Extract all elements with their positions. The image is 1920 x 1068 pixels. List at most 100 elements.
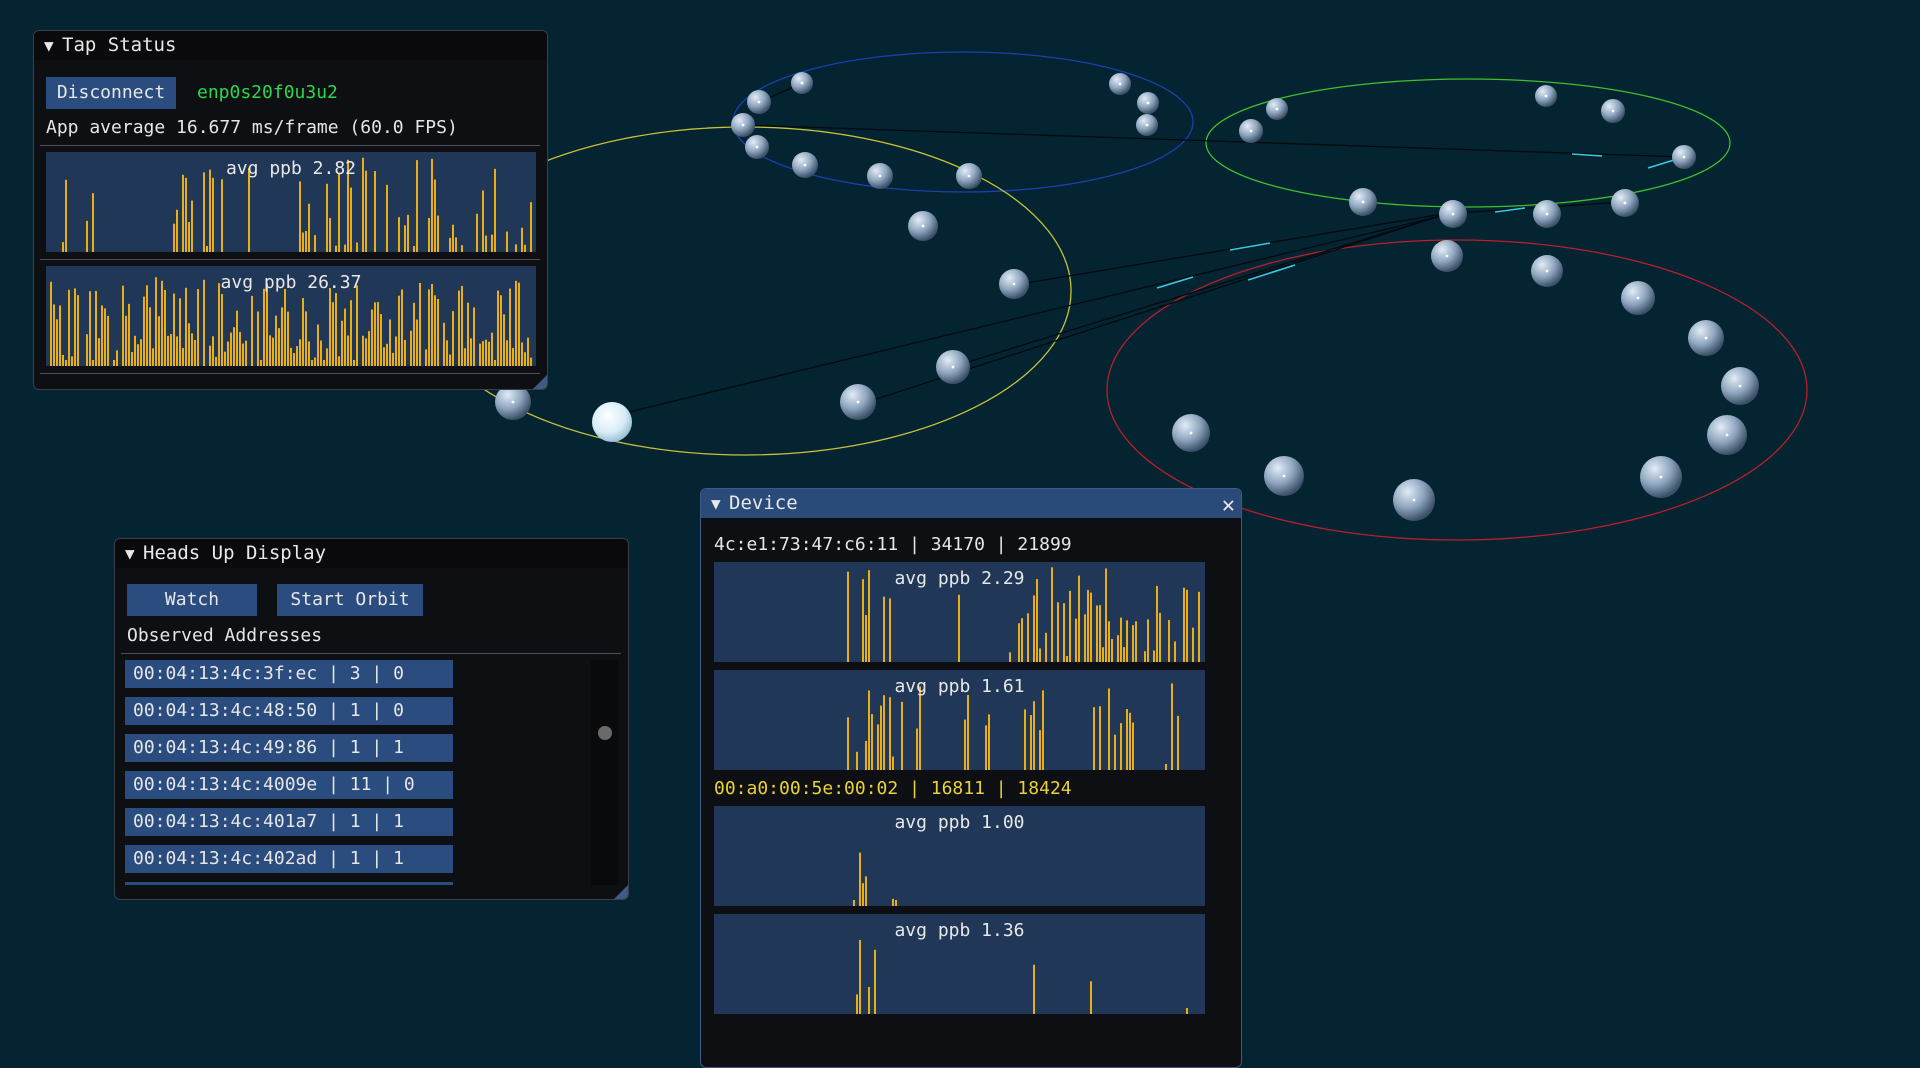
histogram-bar xyxy=(889,598,891,662)
address-row[interactable]: 00:04:13:4c:48:50 | 1 | 0 xyxy=(125,697,453,725)
histogram-bar xyxy=(212,336,214,366)
address-row[interactable]: 00:04:13:4c:49:86 | 1 | 1 xyxy=(125,734,453,762)
device-titlebar[interactable]: ▼ Device ✕ xyxy=(701,489,1241,518)
histogram-bar xyxy=(227,341,229,366)
node-center-dot xyxy=(1445,254,1449,258)
node-center-dot xyxy=(1361,200,1365,204)
histogram-bar xyxy=(173,293,175,366)
node-center-dot xyxy=(1249,129,1253,133)
address-row[interactable]: 00:04:13:4c:401a7 | 1 | 1 xyxy=(125,808,453,836)
histogram-bar xyxy=(221,179,223,252)
watch-button[interactable]: Watch xyxy=(127,584,257,616)
histogram-bar xyxy=(464,348,466,366)
address-row[interactable]: 00:04:13:4c:4009e | 11 | 0 xyxy=(125,771,453,799)
histogram-bar xyxy=(449,354,451,366)
node-center-dot xyxy=(1545,269,1549,273)
histogram-bar xyxy=(104,308,106,366)
histogram-bar xyxy=(530,202,532,252)
start-orbit-button[interactable]: Start Orbit xyxy=(277,584,423,616)
histogram-bar xyxy=(236,310,238,366)
histogram-bar xyxy=(299,339,301,366)
histogram-bar xyxy=(964,719,966,770)
histogram-bar xyxy=(371,309,373,366)
histogram-bar xyxy=(350,187,352,252)
histogram-bar xyxy=(1027,613,1029,662)
histogram-bar xyxy=(524,244,526,252)
scrollbar-thumb[interactable] xyxy=(598,726,612,740)
plot-label: avg ppb 1.36 xyxy=(894,920,1025,941)
histogram-bar xyxy=(218,283,220,366)
histogram-bar xyxy=(182,347,184,366)
close-icon[interactable]: ✕ xyxy=(1222,491,1235,520)
histogram-bar xyxy=(1153,650,1155,662)
histogram-bar xyxy=(1192,627,1194,662)
address-row[interactable]: 00:04:13:4c:402ad | 1 | 1 xyxy=(125,845,453,873)
histogram-bar xyxy=(1030,715,1032,770)
histogram-bar xyxy=(416,319,418,366)
histogram-bar xyxy=(1174,641,1176,662)
interface-name: enp0s20f0u3u2 xyxy=(197,82,338,103)
histogram-bar xyxy=(877,724,879,770)
histogram-bar xyxy=(530,357,532,366)
histogram-bar xyxy=(272,337,274,366)
histogram-bar xyxy=(410,330,412,366)
node-center-dot xyxy=(1412,498,1416,502)
histogram-bar xyxy=(191,200,193,252)
address-list[interactable]: 00:04:13:4c:3f:ec | 3 | 0 00:04:13:4c:48:… xyxy=(115,660,585,885)
histogram-bar xyxy=(856,994,858,1014)
histogram-bar xyxy=(320,340,322,366)
node-center-dot xyxy=(921,224,925,228)
separator xyxy=(121,653,621,654)
histogram-bar xyxy=(209,169,211,252)
histogram-bar xyxy=(221,294,223,366)
histogram-bar xyxy=(1090,592,1092,662)
histogram-bar xyxy=(290,347,292,366)
hud-titlebar[interactable]: ▼ Heads Up Display xyxy=(115,539,628,568)
traffic-packet xyxy=(1647,159,1675,169)
histogram-bar xyxy=(293,353,295,366)
resize-grip[interactable] xyxy=(614,885,628,899)
histogram-bar xyxy=(209,345,211,366)
histogram-bar xyxy=(880,705,882,770)
histogram-bar xyxy=(1069,590,1071,662)
collapse-arrow-icon[interactable]: ▼ xyxy=(711,489,729,518)
histogram-bar xyxy=(368,331,370,366)
address-row[interactable]: 00:04:13:4c:3f:ec | 3 | 0 xyxy=(125,660,453,688)
histogram-bar xyxy=(251,295,253,366)
histogram-bar xyxy=(491,234,493,252)
histogram-bar xyxy=(446,340,448,366)
histogram-bar xyxy=(479,343,481,366)
histogram-bar xyxy=(1045,632,1047,662)
histogram-bar xyxy=(398,295,400,366)
histogram-bar xyxy=(188,222,190,252)
histogram-bar xyxy=(868,690,870,770)
resize-grip[interactable] xyxy=(533,375,547,389)
histogram-bar xyxy=(149,307,151,366)
histogram-bar xyxy=(152,348,154,366)
collapse-arrow-icon[interactable]: ▼ xyxy=(125,539,143,568)
histogram-bar xyxy=(230,332,232,366)
histogram-bar xyxy=(413,302,415,366)
histogram-bar xyxy=(449,237,451,252)
histogram-bar xyxy=(1111,638,1113,662)
node-center-dot xyxy=(1544,94,1548,98)
node-center-dot xyxy=(1659,475,1663,479)
histogram-bar xyxy=(128,303,130,366)
histogram-bar xyxy=(317,324,319,366)
histogram-bar xyxy=(1135,621,1137,662)
histogram-bar xyxy=(167,335,169,366)
address-row-partial[interactable] xyxy=(125,882,453,885)
tap-status-titlebar[interactable]: ▼ Tap Status xyxy=(34,31,547,60)
collapse-arrow-icon[interactable]: ▼ xyxy=(44,31,62,60)
histogram-bar xyxy=(326,348,328,366)
scrollbar[interactable] xyxy=(591,660,619,885)
histogram-bar xyxy=(137,344,139,366)
histogram-bar xyxy=(398,217,400,252)
selected-device-node[interactable] xyxy=(592,402,632,442)
disconnect-button[interactable]: Disconnect xyxy=(46,77,176,109)
separator xyxy=(40,373,540,374)
histogram-bar xyxy=(308,341,310,366)
histogram-bar xyxy=(191,333,193,366)
histogram-bar xyxy=(1021,618,1023,662)
histogram-bar xyxy=(188,323,190,366)
